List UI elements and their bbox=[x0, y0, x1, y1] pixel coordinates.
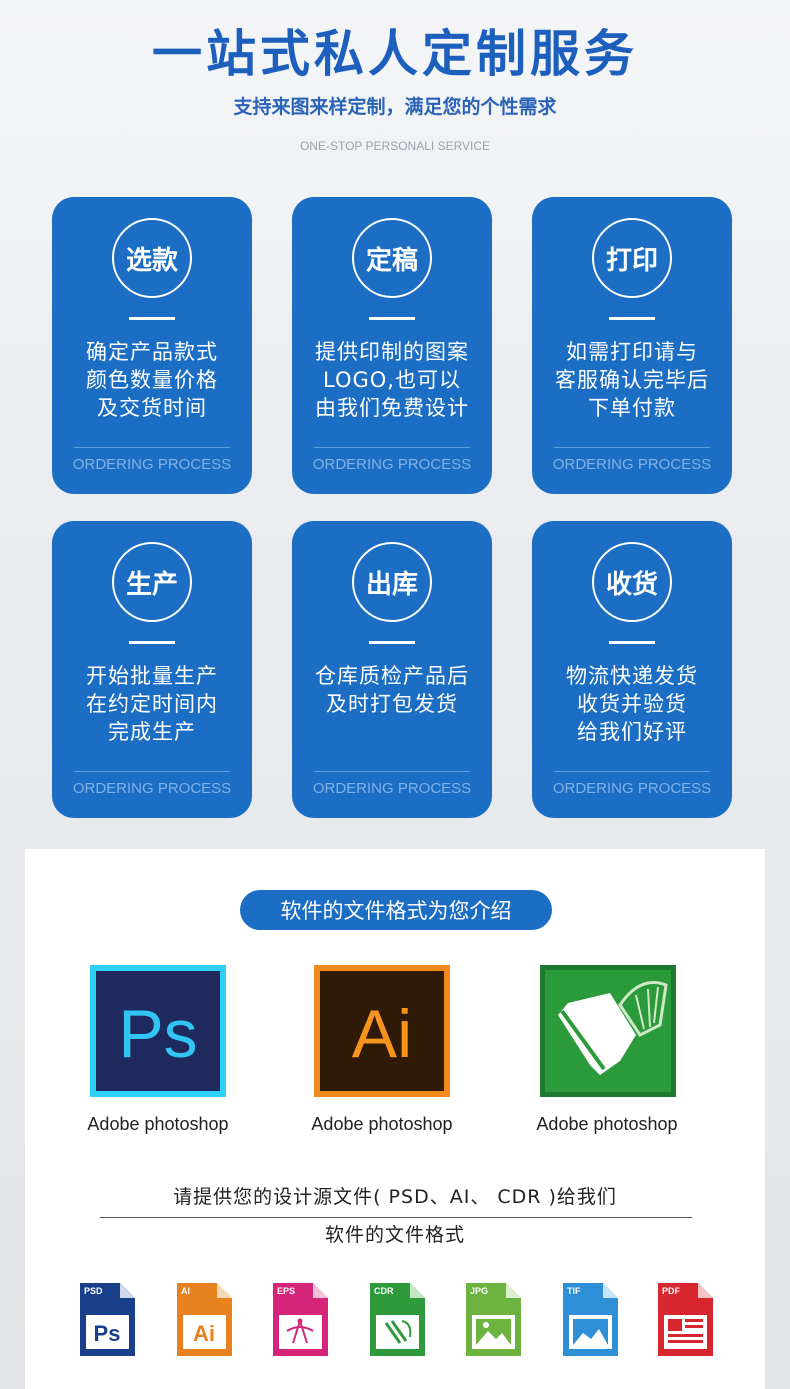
photoshop-icon: Ps bbox=[90, 965, 226, 1097]
english-subtitle: ONE-STOP PERSONALI SERVICE bbox=[299, 139, 491, 153]
app-label: Adobe photoshop bbox=[536, 1114, 678, 1134]
page-subtitle: 支持来图来样定制，满足您的个性需求 bbox=[233, 96, 557, 118]
step-title: 出库 bbox=[352, 542, 432, 622]
step-footer: ORDERING PROCESS bbox=[552, 456, 712, 473]
divider bbox=[554, 447, 710, 448]
illustrator-icon: Ai bbox=[314, 965, 450, 1097]
step-footer: ORDERING PROCESS bbox=[552, 780, 712, 797]
step-description: 确定产品款式 颜色数量价格 及交货时间 bbox=[86, 340, 218, 420]
divider bbox=[314, 771, 470, 772]
eps-file-icon: EPS bbox=[273, 1283, 328, 1356]
file-format-note: 软件的文件格式 bbox=[324, 1224, 465, 1246]
divider bbox=[74, 447, 230, 448]
step-card-receive: 收货 物流快递发货 收货并验货 给我们好评 ORDERING PROCESS bbox=[532, 521, 732, 818]
step-title: 打印 bbox=[592, 218, 672, 298]
pdf-file-icon: PDF bbox=[658, 1283, 713, 1356]
svg-text:Ps: Ps bbox=[118, 996, 197, 1072]
svg-text:TIF: TIF bbox=[567, 1286, 581, 1296]
divider bbox=[554, 771, 710, 772]
step-card-select: 选款 确定产品款式 颜色数量价格 及交货时间 ORDERING PROCESS bbox=[52, 197, 252, 494]
app-label: Adobe photoshop bbox=[311, 1114, 453, 1134]
source-file-note: 请提供您的设计源文件( PSD、AI、 CDR )给我们 bbox=[173, 1186, 617, 1208]
divider bbox=[74, 771, 230, 772]
divider bbox=[609, 641, 655, 644]
svg-text:Ai: Ai bbox=[193, 1321, 215, 1346]
step-description: 开始批量生产 在约定时间内 完成生产 bbox=[86, 664, 218, 744]
svg-text:AI: AI bbox=[181, 1286, 190, 1296]
step-card-finalize: 定稿 提供印制的图案 LOGO,也可以 由我们免费设计 ORDERING PROCE… bbox=[292, 197, 492, 494]
divider bbox=[609, 317, 655, 320]
divider bbox=[369, 317, 415, 320]
divider bbox=[129, 641, 175, 644]
page-title: 一站式私人定制服务 bbox=[152, 25, 638, 83]
app-label: Adobe photoshop bbox=[87, 1114, 229, 1134]
divider bbox=[314, 447, 470, 448]
svg-text:JPG: JPG bbox=[470, 1286, 488, 1296]
software-heading: 软件的文件格式为您介绍 bbox=[240, 890, 552, 930]
step-description: 物流快递发货 收货并验货 给我们好评 bbox=[566, 664, 698, 744]
step-footer: ORDERING PROCESS bbox=[72, 456, 232, 473]
step-description: 提供印制的图案 LOGO,也可以 由我们免费设计 bbox=[315, 340, 469, 420]
step-footer: ORDERING PROCESS bbox=[72, 780, 232, 797]
tif-file-icon: TIF bbox=[563, 1283, 618, 1356]
software-panel: 软件的文件格式为您介绍 Ps Adobe photoshop Ai Adobe … bbox=[25, 849, 765, 1389]
cdr-file-icon: CDR bbox=[370, 1283, 425, 1356]
step-footer: ORDERING PROCESS bbox=[312, 456, 472, 473]
step-card-print: 打印 如需打印请与 客服确认完毕后 下单付款 ORDERING PROCESS bbox=[532, 197, 732, 494]
svg-text:PSD: PSD bbox=[84, 1286, 103, 1296]
step-description: 仓库质检产品后 及时打包发货 bbox=[315, 664, 469, 716]
step-title: 选款 bbox=[112, 218, 192, 298]
step-title: 定稿 bbox=[352, 218, 432, 298]
svg-text:Ps: Ps bbox=[94, 1321, 121, 1346]
divider bbox=[369, 641, 415, 644]
step-title: 收货 bbox=[592, 542, 672, 622]
step-card-produce: 生产 开始批量生产 在约定时间内 完成生产 ORDERING PROCESS bbox=[52, 521, 252, 818]
svg-text:EPS: EPS bbox=[277, 1286, 295, 1296]
jpg-file-icon: JPG bbox=[466, 1283, 521, 1356]
svg-text:Ai: Ai bbox=[352, 996, 412, 1072]
svg-text:CDR: CDR bbox=[374, 1286, 394, 1296]
ai-file-icon: AI Ai bbox=[177, 1283, 232, 1356]
divider bbox=[129, 317, 175, 320]
divider bbox=[100, 1217, 692, 1218]
psd-file-icon: PSD Ps bbox=[80, 1283, 135, 1356]
svg-text:PDF: PDF bbox=[662, 1286, 681, 1296]
coreldraw-icon bbox=[540, 965, 676, 1097]
step-footer: ORDERING PROCESS bbox=[312, 780, 472, 797]
step-title: 生产 bbox=[112, 542, 192, 622]
step-description: 如需打印请与 客服确认完毕后 下单付款 bbox=[555, 340, 709, 420]
step-card-ship: 出库 仓库质检产品后 及时打包发货 ORDERING PROCESS bbox=[292, 521, 492, 818]
